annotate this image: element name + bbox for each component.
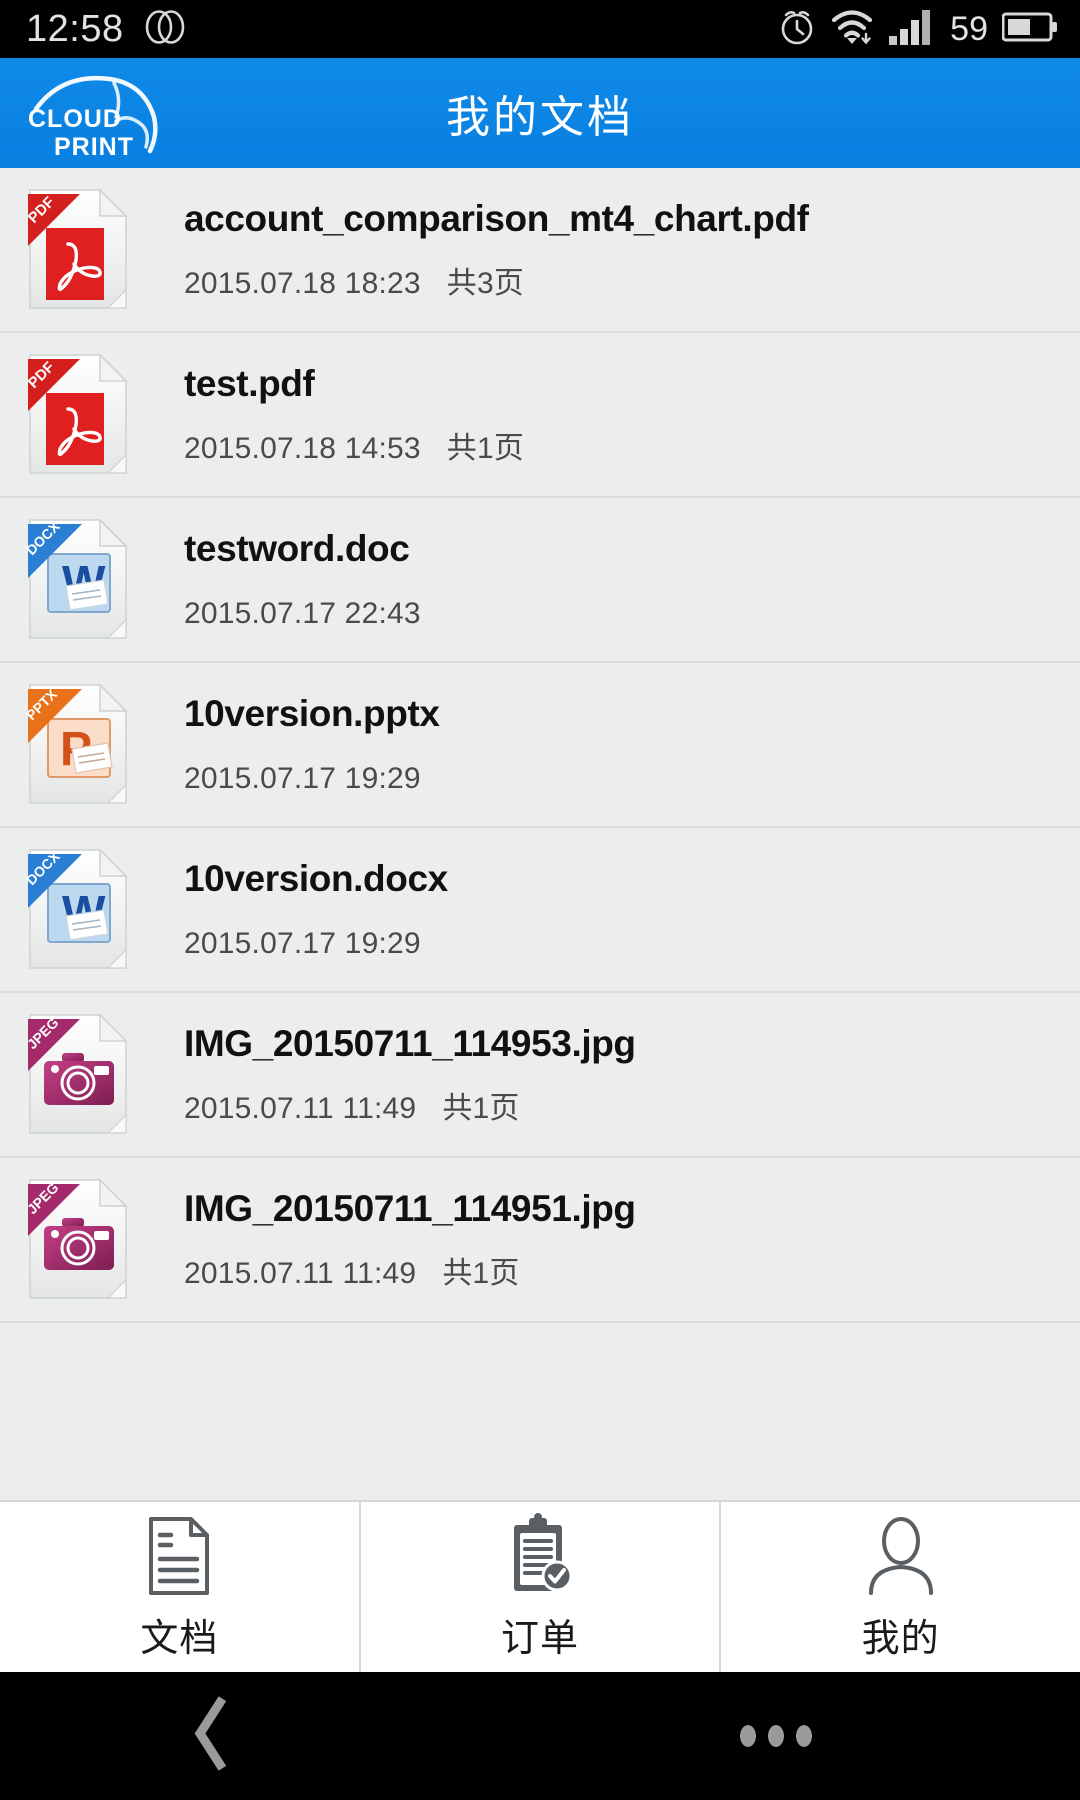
file-pages: 共3页 bbox=[446, 266, 525, 300]
list-item[interactable]: W DOCX testword.doc 2015.07.17 22:43 bbox=[0, 498, 1080, 663]
file-date: 2015.07.11 11:49 bbox=[184, 1091, 417, 1125]
word-file-icon: W DOCX bbox=[22, 514, 140, 646]
tab-profile[interactable]: 我的 bbox=[721, 1502, 1080, 1672]
file-list[interactable]: PDF account_comparison_mt4_chart.pdf 201… bbox=[0, 168, 1080, 1500]
battery-icon bbox=[1001, 11, 1058, 48]
list-item[interactable]: JPEG IMG_20150711_114951.jpg 2015.07.11 … bbox=[0, 1158, 1080, 1323]
status-bar-right: 59 bbox=[778, 7, 1058, 52]
file-subtitle: 2015.07.17 19:29 bbox=[184, 926, 1080, 960]
file-subtitle: 2015.07.11 11:49 共1页 bbox=[184, 1256, 1080, 1290]
list-item[interactable]: JPEG IMG_20150711_114953.jpg 2015.07.11 … bbox=[0, 993, 1080, 1158]
app-header: CLOUD PRINT 我的文档 bbox=[0, 58, 1080, 168]
svg-text:PRINT: PRINT bbox=[54, 133, 134, 161]
overflow-menu-icon[interactable] bbox=[740, 1725, 812, 1747]
alarm-icon bbox=[778, 7, 816, 52]
list-item-meta: 10version.pptx 2015.07.17 19:29 bbox=[140, 693, 1080, 795]
file-name: test.pdf bbox=[184, 363, 315, 405]
menu-dot bbox=[796, 1725, 812, 1747]
file-date: 2015.07.11 11:49 bbox=[184, 1256, 417, 1290]
file-name: 10version.docx bbox=[184, 858, 448, 900]
jpeg-file-icon: JPEG bbox=[22, 1009, 140, 1141]
powerpoint-file-icon: P PPTX bbox=[22, 679, 140, 811]
file-subtitle: 2015.07.18 14:53 共1页 bbox=[184, 431, 1080, 465]
list-item-meta: IMG_20150711_114953.jpg 2015.07.11 11:49… bbox=[140, 1023, 1080, 1125]
bottom-tab-bar: 文档 订单 我的 bbox=[0, 1500, 1080, 1672]
file-name: testword.doc bbox=[184, 528, 410, 570]
dual-sim-icon bbox=[140, 9, 192, 49]
file-pages: 共1页 bbox=[442, 1256, 520, 1290]
back-icon[interactable] bbox=[188, 1696, 234, 1776]
file-date: 2015.07.18 18:23 bbox=[184, 266, 421, 300]
status-bar-left: 12:58 bbox=[26, 8, 192, 50]
status-bar: 12:58 59 bbox=[0, 0, 1080, 58]
phone-screen: 12:58 59 CLOUD PRINT 我的文档 PDF account_co… bbox=[0, 0, 1080, 1800]
list-item[interactable]: P PPTX 10version.pptx 2015.07.17 19:29 bbox=[0, 663, 1080, 828]
file-date: 2015.07.17 22:43 bbox=[184, 596, 421, 630]
file-date: 2015.07.17 19:29 bbox=[184, 761, 421, 795]
list-item-meta: testword.doc 2015.07.17 22:43 bbox=[140, 528, 1080, 630]
menu-dot bbox=[768, 1725, 784, 1747]
file-pages: 共1页 bbox=[446, 431, 525, 465]
tab-label: 文档 bbox=[140, 1617, 219, 1660]
pdf-file-icon: PDF bbox=[22, 349, 140, 481]
page-title: 我的文档 bbox=[446, 93, 634, 142]
file-subtitle: 2015.07.17 19:29 bbox=[184, 761, 1080, 795]
file-subtitle: 2015.07.18 18:23 共3页 bbox=[184, 266, 1080, 300]
pdf-file-icon: PDF bbox=[22, 184, 140, 316]
tab-documents[interactable]: 文档 bbox=[0, 1502, 361, 1672]
list-item[interactable]: W DOCX 10version.docx 2015.07.17 19:29 bbox=[0, 828, 1080, 993]
menu-dot bbox=[740, 1725, 756, 1747]
tab-label: 我的 bbox=[861, 1617, 940, 1660]
android-nav-bar bbox=[0, 1672, 1080, 1800]
file-name: IMG_20150711_114953.jpg bbox=[184, 1023, 636, 1065]
battery-percent-label: 59 bbox=[950, 10, 988, 48]
tab-label: 订单 bbox=[501, 1617, 580, 1660]
document-icon bbox=[139, 1513, 219, 1599]
file-name: 10version.pptx bbox=[184, 693, 440, 735]
signal-icon bbox=[888, 8, 936, 51]
list-item-meta: account_comparison_mt4_chart.pdf 2015.07… bbox=[140, 198, 1080, 300]
svg-text:CLOUD: CLOUD bbox=[28, 105, 122, 133]
file-date: 2015.07.17 19:29 bbox=[184, 926, 421, 960]
list-item-meta: 10version.docx 2015.07.17 19:29 bbox=[140, 858, 1080, 960]
file-date: 2015.07.18 14:53 bbox=[184, 431, 421, 465]
word-file-icon: W DOCX bbox=[22, 844, 140, 976]
file-name: account_comparison_mt4_chart.pdf bbox=[184, 198, 809, 240]
file-pages: 共1页 bbox=[442, 1091, 520, 1125]
file-subtitle: 2015.07.11 11:49 共1页 bbox=[184, 1091, 1080, 1125]
person-icon bbox=[861, 1513, 941, 1599]
file-subtitle: 2015.07.17 22:43 bbox=[184, 596, 1080, 630]
list-item-meta: test.pdf 2015.07.18 14:53 共1页 bbox=[140, 363, 1080, 465]
list-item[interactable]: PDF account_comparison_mt4_chart.pdf 201… bbox=[0, 168, 1080, 333]
clipboard-check-icon bbox=[500, 1512, 580, 1599]
file-name: IMG_20150711_114951.jpg bbox=[184, 1188, 636, 1230]
tab-orders[interactable]: 订单 bbox=[360, 1502, 722, 1672]
wifi-icon bbox=[830, 7, 874, 52]
jpeg-file-icon: JPEG bbox=[22, 1174, 140, 1306]
list-item[interactable]: PDF test.pdf 2015.07.18 14:53 共1页 bbox=[0, 333, 1080, 498]
status-clock: 12:58 bbox=[26, 8, 124, 50]
list-item-meta: IMG_20150711_114951.jpg 2015.07.11 11:49… bbox=[140, 1188, 1080, 1290]
cloud-print-logo: CLOUD PRINT bbox=[18, 65, 208, 161]
